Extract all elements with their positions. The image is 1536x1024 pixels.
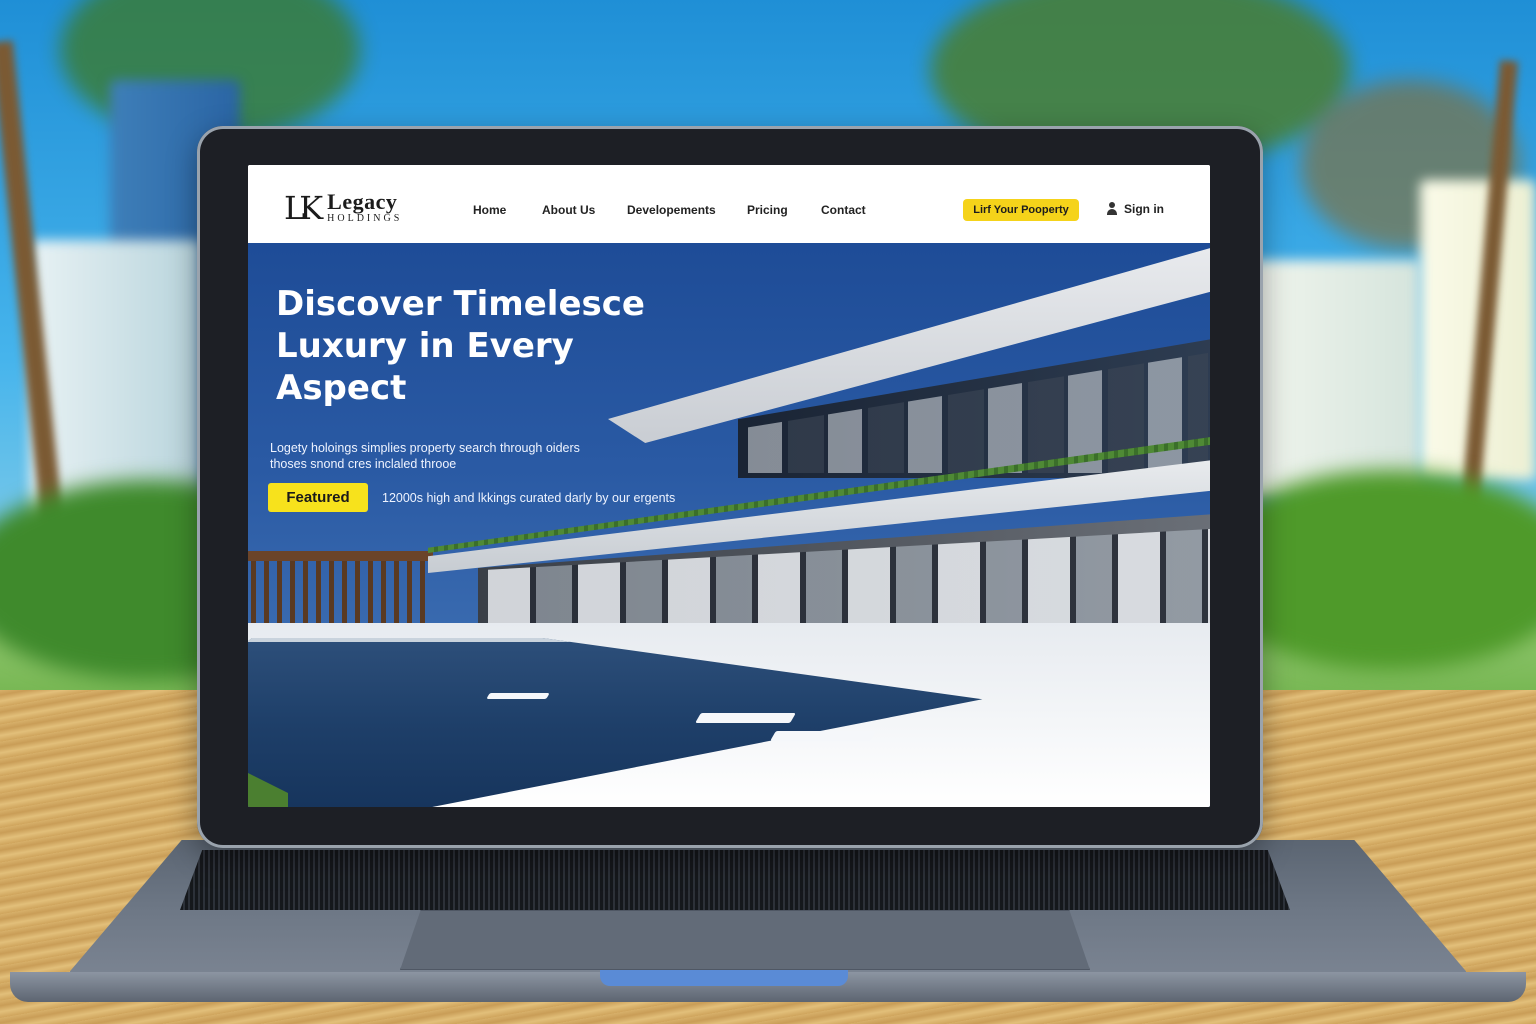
logo-name: Legacy <box>327 189 398 214</box>
background-building <box>1240 260 1420 500</box>
sign-in-label: Sign in <box>1124 202 1164 216</box>
nav-item-developments[interactable]: Developements <box>627 203 716 217</box>
nav-item-about-us[interactable]: About Us <box>542 203 595 217</box>
hero-section: Discover Timelesce Luxury in Every Aspec… <box>248 243 1210 807</box>
nav-item-pricing[interactable]: Pricing <box>747 203 788 217</box>
hero-title: Discover Timelesce Luxury in Every Aspec… <box>276 284 645 408</box>
laptop-keyboard <box>180 850 1290 910</box>
nav-item-contact[interactable]: Contact <box>821 203 866 217</box>
sun-lounger <box>695 713 796 723</box>
sun-lounger <box>486 693 550 699</box>
sun-lounger <box>770 731 876 741</box>
user-icon <box>1106 202 1118 216</box>
list-property-button[interactable]: Lirf Your Pooperty <box>963 199 1079 221</box>
laptop-screen: LK Legacy HOLDINGS Home About Us Develop… <box>248 165 1210 807</box>
featured-badge[interactable]: Featured <box>268 483 368 512</box>
featured-text: 12000s high and lkkings curated darly by… <box>382 491 676 505</box>
logo-subtitle: HOLDINGS <box>327 213 403 224</box>
site-header: LK Legacy HOLDINGS Home About Us Develop… <box>248 165 1210 243</box>
hero-description: Logety holoings simplies property search… <box>270 440 580 471</box>
nav-item-home[interactable]: Home <box>473 203 506 217</box>
brand-logo[interactable]: LK Legacy HOLDINGS <box>284 191 402 224</box>
laptop-trackpad <box>400 910 1090 970</box>
sign-in-link[interactable]: Sign in <box>1106 202 1164 216</box>
logo-monogram: LK <box>284 188 323 227</box>
laptop-lid-notch <box>600 970 848 986</box>
